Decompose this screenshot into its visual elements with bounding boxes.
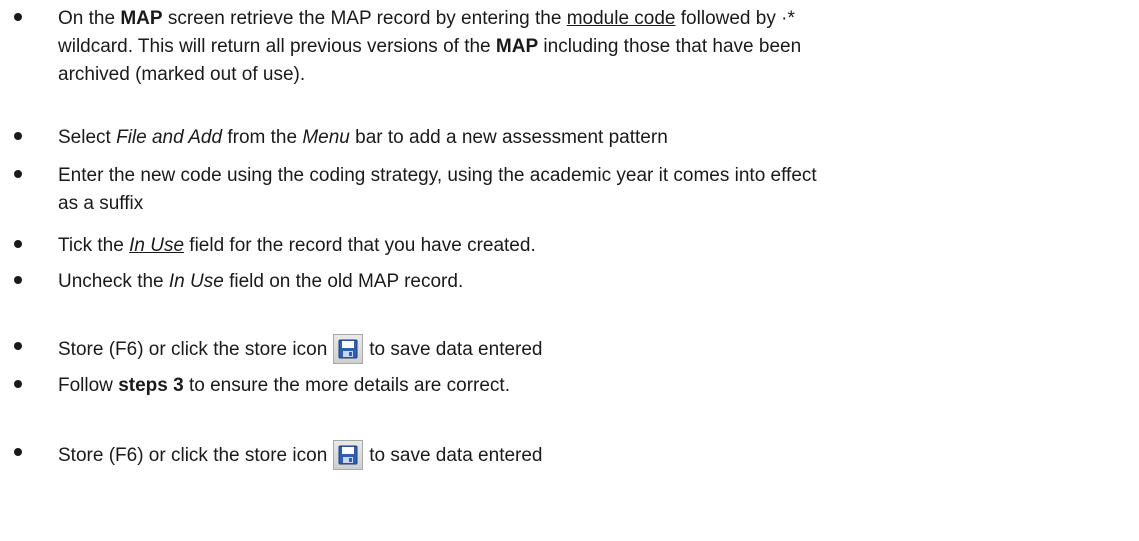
text-line: archived (marked out of use). [58, 61, 1130, 89]
bullet-dot [14, 132, 22, 140]
text-segment: Tick the [58, 235, 130, 256]
text-segment: followed by ·* [675, 8, 795, 29]
text-line: as a suffix [58, 190, 1130, 218]
bullet-text: Enter the new code using the coding stra… [58, 162, 1130, 218]
bullet-dot [14, 13, 22, 21]
text-segment: including those that have been [538, 36, 802, 57]
text-segment: In Use [129, 235, 185, 256]
bullet-text: On the MAP screen retrieve the MAP recor… [58, 5, 1130, 89]
text-segment: to save data entered [369, 445, 543, 466]
text-line: Uncheck the In Use field on the old MAP … [58, 268, 1130, 296]
save-icon [333, 440, 364, 470]
bullet-text: Select File and Add from the Menu bar to… [58, 124, 1130, 152]
text-segment: Menu [302, 127, 350, 148]
text-line: Store (F6) or click the store icon to sav… [58, 440, 1130, 470]
bullet-dot [14, 276, 22, 284]
text-line: Store (F6) or click the store icon to sav… [58, 334, 1130, 364]
text-segment: Uncheck the [58, 271, 169, 292]
bullet-dot [14, 240, 22, 248]
text-segment: Store (F6) or click the store icon [58, 445, 328, 466]
text-segment: In Use [168, 271, 224, 292]
text-segment: Store (F6) or click the store icon [58, 339, 328, 360]
bullet-text: Tick the In Use field for the record tha… [58, 232, 1130, 260]
bullet-text: Uncheck the In Use field on the old MAP … [58, 268, 1130, 296]
text-segment: Follow [58, 375, 119, 396]
text-segment: On the [58, 8, 121, 29]
bullet-text: Follow steps 3 to ensure the more detail… [58, 372, 1130, 400]
text-segment: to save data entered [369, 339, 543, 360]
text-segment: module code [566, 8, 676, 29]
text-line: Select File and Add from the Menu bar to… [58, 124, 1130, 152]
text-segment: archived (marked out of use). [58, 64, 306, 85]
text-segment: Select [58, 127, 117, 148]
text-line: Tick the In Use field for the record tha… [58, 232, 1130, 260]
text-segment: MAP [495, 36, 539, 57]
text-line: On the MAP screen retrieve the MAP recor… [58, 5, 1130, 33]
text-segment: steps 3 [118, 375, 184, 396]
save-icon [333, 334, 364, 364]
text-segment: from the [222, 127, 303, 148]
text-segment: MAP [120, 8, 163, 29]
bullet-dot [14, 170, 22, 178]
text-segment: wildcard. This will return all previous … [58, 36, 496, 57]
bullet-dot [14, 380, 22, 388]
text-segment: field for the record that you have creat… [184, 235, 536, 256]
text-segment: field on the old MAP record. [223, 271, 464, 292]
text-line: Follow steps 3 to ensure the more detail… [58, 372, 1130, 400]
text-segment: as a suffix [58, 193, 144, 214]
bullet-dot [14, 342, 22, 350]
text-segment: screen retrieve the MAP record by enteri… [162, 8, 567, 29]
instruction-document: On the MAP screen retrieve the MAP recor… [0, 0, 1139, 541]
bullet-text: Store (F6) or click the store icon to sav… [58, 440, 1130, 470]
text-segment: File and Add [116, 127, 223, 148]
text-segment: Enter the new code using the coding stra… [58, 165, 817, 186]
text-line: wildcard. This will return all previous … [58, 33, 1130, 61]
bullet-text: Store (F6) or click the store icon to sav… [58, 334, 1130, 364]
bullet-dot [14, 448, 22, 456]
text-segment: to ensure the more details are correct. [183, 375, 510, 396]
text-segment: bar to add a new assessment pattern [349, 127, 668, 148]
text-line: Enter the new code using the coding stra… [58, 162, 1130, 190]
